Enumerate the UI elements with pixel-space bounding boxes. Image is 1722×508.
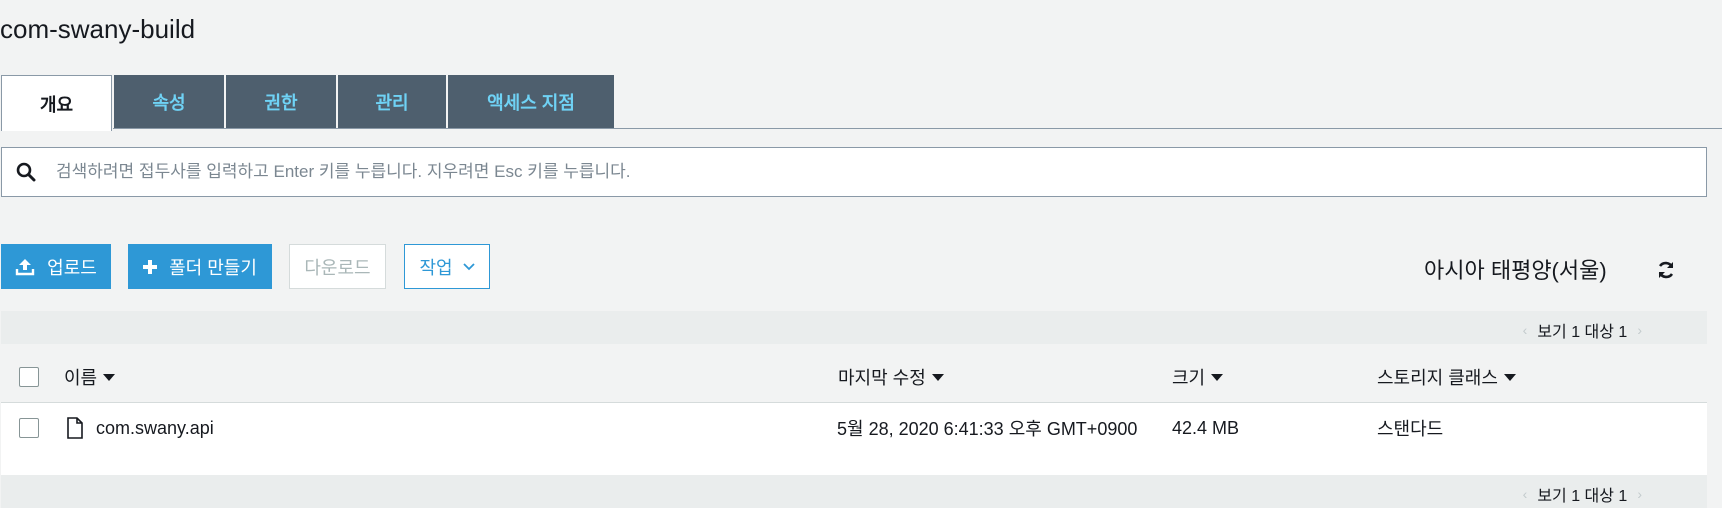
sort-caret-icon bbox=[1503, 373, 1516, 381]
pagination-bar-top: ‹ 보기 1 대상 1 › bbox=[1, 311, 1707, 344]
page-title: com-swany-build bbox=[0, 14, 196, 44]
pagination: ‹ 보기 1 대상 1 › bbox=[1513, 318, 1652, 342]
column-last-modified[interactable]: 마지막 수정 bbox=[838, 352, 944, 402]
actions-label: 작업 bbox=[419, 257, 453, 278]
download-button[interactable]: 다운로드 bbox=[289, 244, 386, 289]
next-page-icon[interactable]: › bbox=[1637, 486, 1642, 502]
sort-caret-icon bbox=[931, 373, 944, 381]
pagination-text: 보기 1 대상 1 bbox=[1537, 488, 1628, 505]
search-icon bbox=[16, 162, 36, 182]
next-page-icon[interactable]: › bbox=[1637, 322, 1642, 338]
tab-bar: 개요 속성 권한 관리 액세스 지점 bbox=[1, 75, 616, 131]
plus-icon bbox=[143, 259, 158, 274]
prev-page-icon[interactable]: ‹ bbox=[1523, 322, 1528, 338]
download-label: 다운로드 bbox=[304, 257, 371, 278]
tab-access-points[interactable]: 액세스 지점 bbox=[448, 75, 614, 129]
create-folder-button[interactable]: 폴더 만들기 bbox=[128, 244, 272, 289]
select-all-checkbox[interactable] bbox=[19, 367, 39, 387]
actions-button[interactable]: 작업 bbox=[404, 244, 490, 289]
sort-caret-icon bbox=[103, 373, 116, 381]
upload-icon bbox=[15, 258, 35, 276]
sort-caret-icon bbox=[1211, 373, 1224, 381]
tab-overview[interactable]: 개요 bbox=[1, 75, 112, 131]
tab-management[interactable]: 관리 bbox=[338, 75, 446, 129]
column-name[interactable]: 이름 bbox=[64, 352, 116, 402]
search-box bbox=[1, 147, 1707, 197]
table-spacer bbox=[1, 453, 1707, 475]
column-size[interactable]: 크기 bbox=[1172, 352, 1224, 402]
upload-label: 업로드 bbox=[47, 257, 97, 278]
row-storage-class: 스탠다드 bbox=[1377, 419, 1444, 439]
tab-permissions[interactable]: 권한 bbox=[226, 75, 336, 129]
create-folder-label: 폴더 만들기 bbox=[169, 257, 257, 278]
prev-page-icon[interactable]: ‹ bbox=[1523, 486, 1528, 502]
column-storage-class-label: 스토리지 클래스 bbox=[1377, 368, 1498, 388]
pagination: ‹ 보기 1 대상 1 › bbox=[1513, 482, 1652, 506]
search-input[interactable] bbox=[54, 151, 1706, 193]
pagination-bar-bottom: ‹ 보기 1 대상 1 › bbox=[1, 475, 1707, 508]
row-modified: 5월 28, 2020 6:41:33 오후 GMT+0900 bbox=[837, 419, 1138, 439]
chevron-down-icon bbox=[462, 262, 475, 271]
table-row[interactable]: com.swany.api 5월 28, 2020 6:41:33 오후 GMT… bbox=[1, 403, 1707, 453]
row-name[interactable]: com.swany.api bbox=[96, 418, 214, 439]
file-icon bbox=[66, 417, 84, 439]
region-label: 아시아 태평양(서울) bbox=[1424, 258, 1607, 283]
row-name-cell: com.swany.api bbox=[66, 403, 214, 453]
upload-button[interactable]: 업로드 bbox=[1, 244, 111, 289]
column-last-modified-label: 마지막 수정 bbox=[838, 368, 926, 388]
pagination-text: 보기 1 대상 1 bbox=[1537, 324, 1628, 341]
row-select-cell bbox=[19, 403, 39, 453]
row-checkbox[interactable] bbox=[19, 418, 39, 438]
tab-divider bbox=[113, 128, 1722, 129]
row-size: 42.4 MB bbox=[1172, 417, 1240, 438]
column-storage-class[interactable]: 스토리지 클래스 bbox=[1377, 352, 1516, 402]
select-all-cell bbox=[19, 352, 39, 402]
table-header: 이름 마지막 수정 크기 스토리지 클래스 bbox=[1, 352, 1707, 403]
column-name-label: 이름 bbox=[64, 368, 98, 388]
column-size-label: 크기 bbox=[1172, 368, 1206, 388]
tab-properties[interactable]: 속성 bbox=[114, 75, 224, 129]
refresh-icon[interactable] bbox=[1656, 260, 1676, 285]
